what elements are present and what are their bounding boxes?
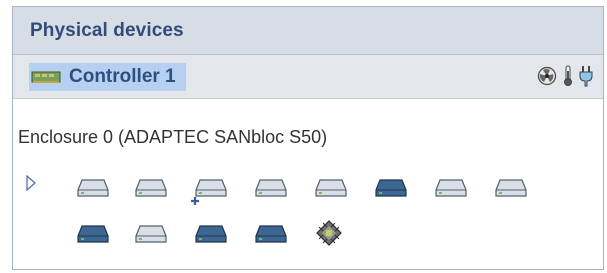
enclosure-label[interactable]: Enclosure 0 (ADAPTEC SANbloc S50): [18, 127, 327, 148]
controller-row[interactable]: Controller 1: [13, 55, 603, 99]
enclosure-manager-chip-icon[interactable]: [314, 218, 344, 248]
drive-icon[interactable]: [434, 176, 468, 200]
assigned-drive-icon[interactable]: [374, 176, 408, 200]
drive-icon[interactable]: [134, 222, 168, 246]
hot-spare-drive-icon[interactable]: [190, 176, 230, 208]
assigned-drive-icon[interactable]: [76, 222, 110, 246]
drive-icon[interactable]: [254, 176, 288, 200]
panel-title: Physical devices: [30, 19, 184, 41]
power-icon[interactable]: [579, 65, 593, 92]
controller-status-icons: [537, 65, 593, 92]
drive-icon[interactable]: [494, 176, 528, 200]
controller-board-icon: [31, 71, 61, 83]
panel-header: Physical devices: [13, 7, 603, 55]
drive-icon[interactable]: [76, 176, 110, 200]
controller-selection[interactable]: Controller 1: [29, 62, 186, 91]
expand-triangle-icon[interactable]: [26, 175, 36, 191]
assigned-drive-icon[interactable]: [194, 222, 228, 246]
assigned-drive-icon[interactable]: [254, 222, 288, 246]
temperature-icon[interactable]: [563, 65, 573, 92]
drive-icon[interactable]: [314, 176, 348, 200]
fan-icon[interactable]: [537, 66, 557, 91]
controller-label: Controller 1: [69, 65, 176, 87]
drive-icon[interactable]: [134, 176, 168, 200]
